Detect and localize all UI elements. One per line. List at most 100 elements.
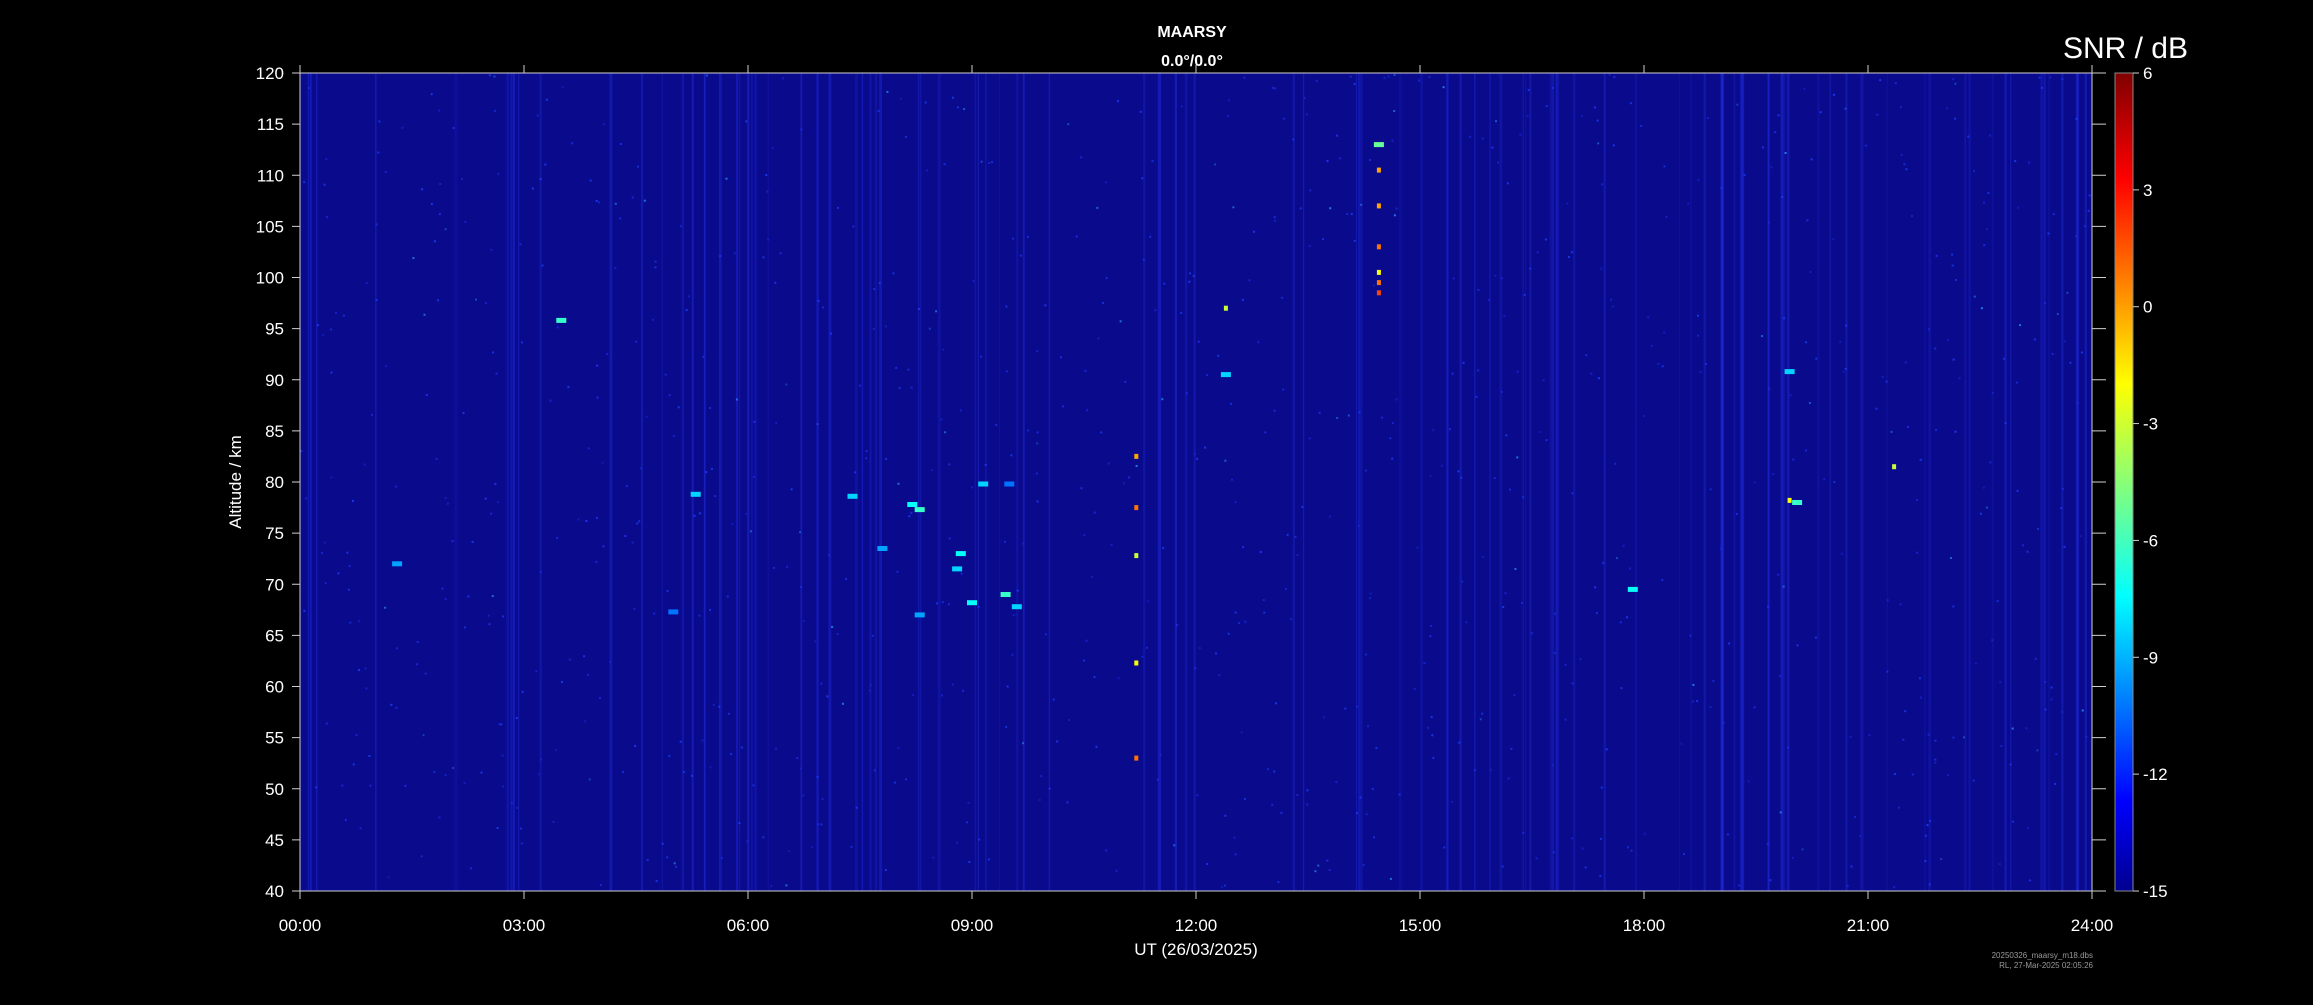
echo-point bbox=[1373, 142, 1384, 148]
noise-speck bbox=[1266, 768, 1269, 771]
noise-speck bbox=[597, 201, 600, 204]
noise-speck bbox=[1282, 117, 1285, 120]
echo-point bbox=[556, 317, 567, 323]
noise-speck bbox=[2038, 76, 2041, 79]
noise-speck bbox=[941, 601, 944, 604]
noise-speck bbox=[1259, 551, 1262, 553]
noise-speck bbox=[1643, 832, 1646, 835]
noise-speck bbox=[625, 485, 628, 487]
noise-speck bbox=[1080, 487, 1083, 490]
noise-streak bbox=[1048, 73, 1051, 891]
noise-speck bbox=[731, 522, 734, 525]
noise-speck bbox=[1762, 146, 1765, 149]
noise-speck bbox=[1810, 158, 1813, 161]
noise-speck bbox=[2083, 225, 2086, 228]
noise-speck bbox=[323, 541, 326, 544]
noise-speck bbox=[1581, 114, 1584, 117]
noise-speck bbox=[1309, 189, 1312, 192]
noise-speck bbox=[1605, 748, 1608, 751]
noise-speck bbox=[1640, 124, 1643, 127]
noise-speck bbox=[469, 867, 472, 870]
noise-streak bbox=[869, 73, 872, 891]
noise-speck bbox=[1899, 603, 1902, 606]
noise-speck bbox=[1720, 186, 1723, 189]
noise-speck bbox=[1753, 706, 1756, 709]
noise-speck bbox=[873, 288, 876, 291]
noise-speck bbox=[940, 418, 943, 421]
noise-speck bbox=[1712, 679, 1715, 682]
noise-speck bbox=[441, 587, 444, 590]
y-tick-label: 120 bbox=[256, 64, 284, 83]
noise-speck bbox=[430, 203, 433, 205]
noise-speck bbox=[709, 608, 712, 611]
noise-speck bbox=[1110, 544, 1113, 546]
noise-speck bbox=[1479, 718, 1482, 721]
noise-speck bbox=[2044, 708, 2047, 711]
noise-speck bbox=[785, 884, 788, 887]
noise-streak bbox=[1786, 73, 1790, 891]
noise-speck bbox=[1163, 282, 1166, 285]
noise-speck bbox=[633, 607, 636, 610]
noise-streak bbox=[1845, 73, 1848, 891]
noise-speck bbox=[1903, 163, 1906, 166]
noise-speck bbox=[1315, 79, 1318, 82]
noise-speck bbox=[1983, 201, 1985, 204]
noise-speck bbox=[444, 598, 447, 600]
echo-point bbox=[1011, 604, 1022, 610]
noise-speck bbox=[2017, 206, 2020, 209]
noise-speck bbox=[1945, 107, 1948, 110]
noise-speck bbox=[745, 512, 748, 515]
noise-speck bbox=[1448, 428, 1451, 431]
noise-speck bbox=[1141, 655, 1144, 658]
noise-speck bbox=[1809, 271, 1812, 273]
echo-point bbox=[1376, 203, 1381, 209]
noise-streak bbox=[937, 73, 941, 891]
noise-speck bbox=[1687, 202, 1690, 205]
noise-speck bbox=[549, 399, 552, 402]
noise-speck bbox=[1356, 705, 1358, 708]
noise-speck bbox=[324, 582, 327, 585]
noise-speck bbox=[2012, 820, 2015, 823]
noise-speck bbox=[2019, 324, 2022, 327]
noise-speck bbox=[359, 827, 362, 830]
noise-speck bbox=[488, 74, 491, 77]
noise-speck bbox=[1243, 76, 1246, 79]
noise-speck bbox=[1273, 87, 1276, 90]
noise-speck bbox=[303, 181, 306, 184]
noise-speck bbox=[464, 220, 467, 223]
noise-speck bbox=[412, 257, 415, 260]
noise-speck bbox=[1911, 773, 1914, 776]
noise-speck bbox=[2049, 76, 2052, 79]
noise-speck bbox=[571, 142, 574, 145]
noise-speck bbox=[433, 240, 436, 243]
noise-speck bbox=[1868, 734, 1871, 737]
noise-speck bbox=[1597, 142, 1600, 145]
noise-speck bbox=[496, 501, 499, 504]
noise-speck bbox=[1369, 159, 1372, 161]
noise-speck bbox=[315, 786, 318, 789]
noise-speck bbox=[488, 623, 491, 626]
noise-speck bbox=[1697, 314, 1699, 317]
noise-speck bbox=[1006, 685, 1009, 688]
noise-speck bbox=[2061, 78, 2064, 81]
noise-streak bbox=[2084, 73, 2087, 891]
noise-speck bbox=[305, 497, 308, 500]
noise-speck bbox=[1753, 481, 1756, 484]
noise-streak bbox=[1991, 73, 1994, 891]
noise-speck bbox=[1911, 215, 1913, 218]
noise-speck bbox=[1975, 662, 1977, 665]
noise-speck bbox=[631, 196, 634, 199]
noise-speck bbox=[1365, 469, 1367, 472]
noise-speck bbox=[1615, 557, 1618, 560]
noise-speck bbox=[401, 126, 404, 129]
noise-speck bbox=[852, 225, 855, 228]
echo-point bbox=[1787, 497, 1792, 503]
noise-speck bbox=[1432, 429, 1435, 432]
noise-speck bbox=[329, 328, 332, 331]
noise-speck bbox=[718, 705, 721, 708]
noise-speck bbox=[1777, 114, 1780, 117]
noise-speck bbox=[675, 865, 678, 868]
noise-speck bbox=[685, 309, 688, 312]
noise-speck bbox=[1553, 612, 1556, 615]
noise-speck bbox=[1779, 811, 1782, 814]
